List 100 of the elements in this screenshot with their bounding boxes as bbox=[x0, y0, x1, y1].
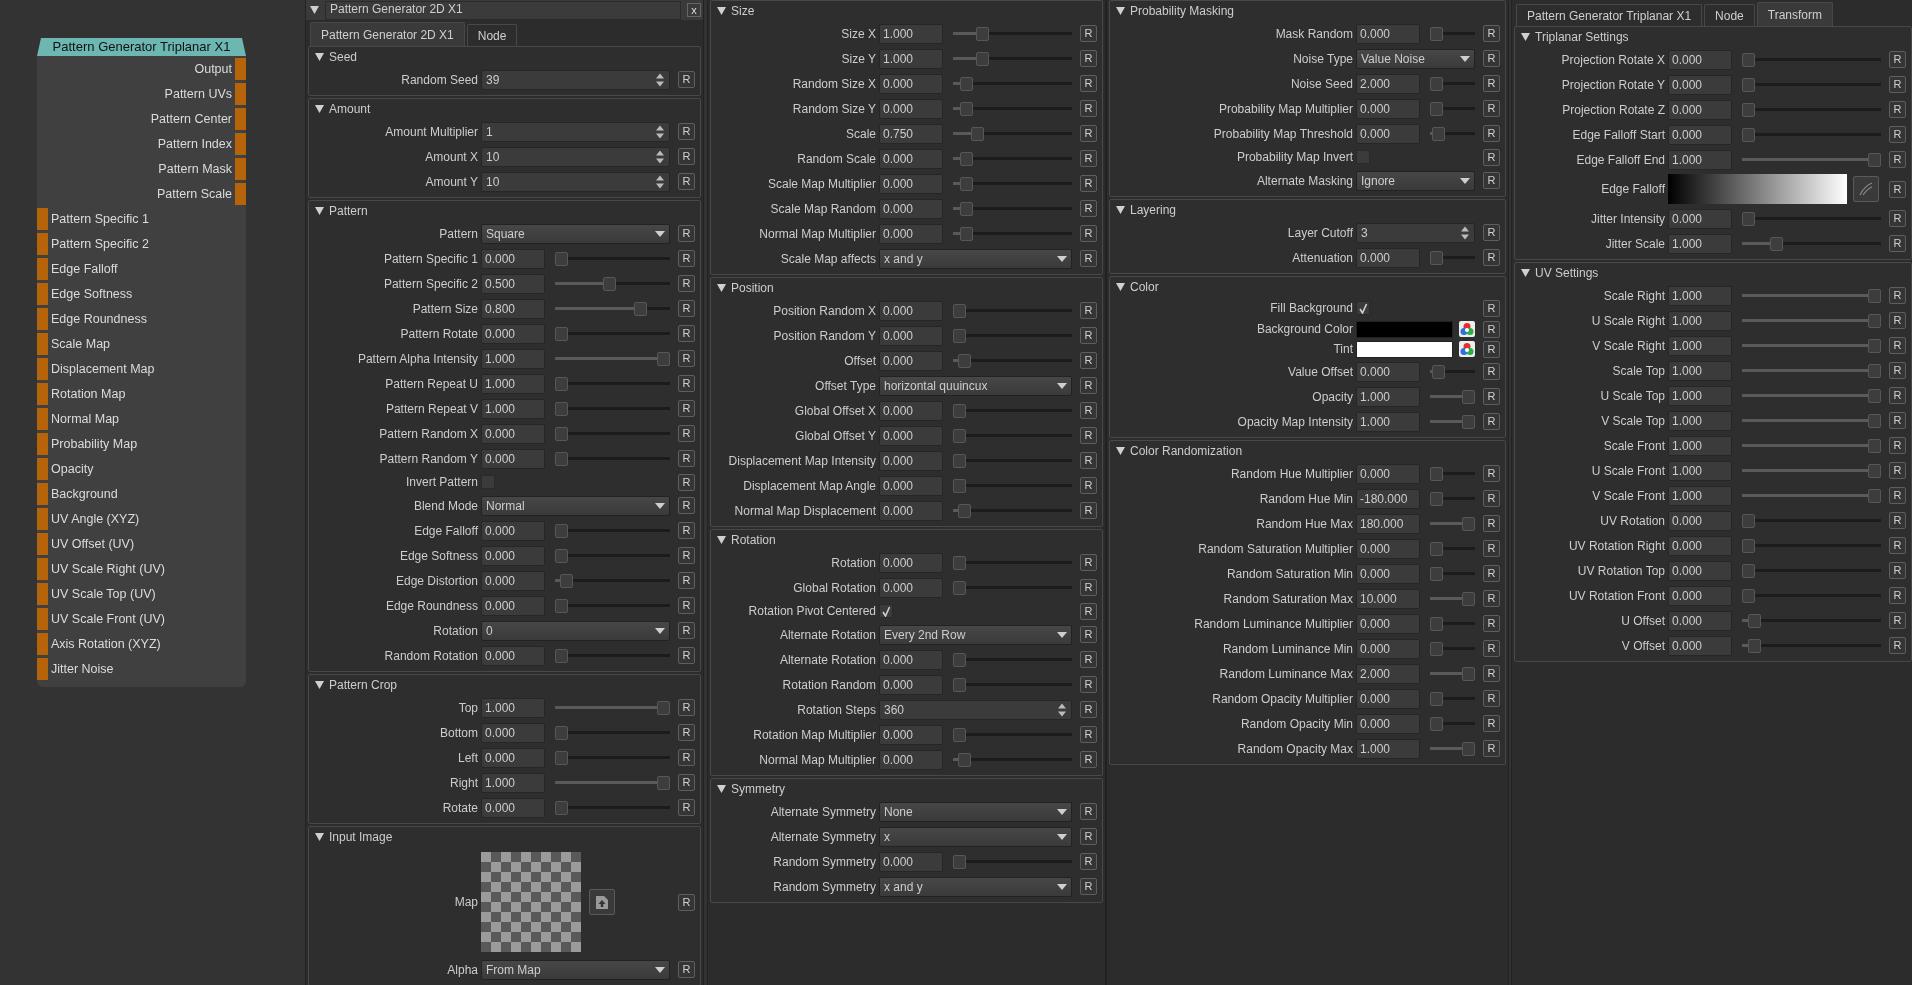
slider-thumb[interactable] bbox=[960, 176, 974, 191]
number-field[interactable]: 0.000 bbox=[1668, 560, 1732, 581]
number-field[interactable]: 1.000 bbox=[1356, 411, 1420, 432]
number-field[interactable]: 0.000 bbox=[1668, 99, 1732, 120]
slider-thumb[interactable] bbox=[1868, 152, 1881, 167]
number-field[interactable]: 0.000 bbox=[1668, 124, 1732, 145]
number-field[interactable]: 0.000 bbox=[879, 223, 943, 244]
reset-button[interactable]: R bbox=[678, 450, 695, 467]
input-port[interactable] bbox=[37, 457, 48, 480]
tab[interactable]: Transform bbox=[1756, 2, 1833, 26]
slider-thumb[interactable] bbox=[958, 752, 972, 767]
number-field[interactable]: 1.000 bbox=[1668, 435, 1732, 456]
slider-thumb[interactable] bbox=[1868, 413, 1881, 428]
dropdown[interactable]: From Map bbox=[481, 959, 670, 980]
slider-thumb[interactable] bbox=[1430, 716, 1443, 731]
slider-thumb[interactable] bbox=[1430, 76, 1443, 91]
reset-button[interactable]: R bbox=[678, 893, 695, 911]
slider-thumb[interactable] bbox=[555, 426, 568, 441]
slider-thumb[interactable] bbox=[953, 652, 966, 667]
input-port[interactable] bbox=[37, 507, 48, 530]
number-field[interactable]: 0.000 bbox=[1356, 361, 1420, 382]
input-port[interactable] bbox=[37, 582, 48, 605]
number-field[interactable]: 10.000 bbox=[1356, 588, 1420, 609]
collapse-arrow-icon[interactable] bbox=[717, 536, 726, 544]
reset-button[interactable]: R bbox=[1080, 25, 1097, 42]
reset-button[interactable]: R bbox=[678, 250, 695, 267]
reset-button[interactable]: R bbox=[1483, 490, 1500, 507]
dropdown[interactable]: horizontal quuincux bbox=[879, 375, 1072, 396]
input-port[interactable] bbox=[37, 282, 48, 305]
input-port[interactable] bbox=[37, 257, 48, 280]
color-picker-icon[interactable] bbox=[1459, 341, 1475, 357]
number-field[interactable]: 0.000 bbox=[879, 674, 943, 695]
slider-thumb[interactable] bbox=[1868, 488, 1881, 503]
reset-button[interactable]: R bbox=[1889, 462, 1906, 479]
slider-thumb[interactable] bbox=[953, 403, 966, 418]
reset-button[interactable]: R bbox=[1080, 427, 1097, 444]
collapse-arrow-icon[interactable] bbox=[1521, 33, 1530, 41]
slider-thumb[interactable] bbox=[953, 328, 966, 343]
reset-button[interactable]: R bbox=[1080, 751, 1097, 768]
reset-button[interactable]: R bbox=[1080, 150, 1097, 167]
slider-thumb[interactable] bbox=[1742, 52, 1755, 67]
collapse-arrow-icon[interactable] bbox=[1116, 447, 1125, 455]
number-field[interactable]: 1.000 bbox=[481, 697, 545, 718]
collapse-arrow-icon[interactable] bbox=[1521, 269, 1530, 277]
dropdown[interactable]: Ignore bbox=[1356, 170, 1475, 191]
color-swatch[interactable] bbox=[1356, 320, 1453, 338]
slider-thumb[interactable] bbox=[1742, 588, 1755, 603]
number-field[interactable]: 0.000 bbox=[1356, 247, 1420, 268]
number-field[interactable]: 0.800 bbox=[481, 298, 545, 319]
slider-thumb[interactable] bbox=[1742, 513, 1755, 528]
reset-button[interactable]: R bbox=[1483, 75, 1500, 92]
reset-button[interactable]: R bbox=[1483, 640, 1500, 657]
slider-thumb[interactable] bbox=[1742, 102, 1755, 117]
number-field[interactable]: 0.000 bbox=[1668, 208, 1732, 229]
slider-thumb[interactable] bbox=[960, 201, 974, 216]
collapse-arrow-icon[interactable] bbox=[315, 681, 324, 689]
reset-button[interactable]: R bbox=[678, 173, 695, 190]
reset-button[interactable]: R bbox=[1483, 665, 1500, 682]
collapse-arrow-icon[interactable] bbox=[717, 284, 726, 292]
reset-button[interactable]: R bbox=[1889, 76, 1906, 93]
reset-button[interactable]: R bbox=[1080, 250, 1097, 267]
number-field[interactable]: 0.000 bbox=[879, 325, 943, 346]
reset-button[interactable]: R bbox=[678, 749, 695, 766]
reset-button[interactable]: R bbox=[1889, 537, 1906, 554]
reset-button[interactable]: R bbox=[1080, 701, 1097, 718]
number-field[interactable]: 0.000 bbox=[481, 570, 545, 591]
reset-button[interactable]: R bbox=[1080, 352, 1097, 369]
slider-thumb[interactable] bbox=[958, 353, 972, 368]
input-port[interactable] bbox=[37, 657, 48, 680]
number-field[interactable]: -180.000 bbox=[1356, 488, 1420, 509]
input-port[interactable] bbox=[37, 557, 48, 580]
number-field[interactable]: 1.000 bbox=[1668, 410, 1732, 431]
number-field[interactable]: 0.000 bbox=[879, 350, 943, 371]
number-field[interactable]: 2.000 bbox=[1356, 663, 1420, 684]
number-field[interactable]: 0.000 bbox=[481, 722, 545, 743]
reset-button[interactable]: R bbox=[1483, 50, 1500, 67]
upload-button[interactable] bbox=[589, 889, 615, 915]
reset-button[interactable]: R bbox=[1080, 828, 1097, 845]
reset-button[interactable]: R bbox=[1080, 726, 1097, 743]
number-field[interactable]: 0.000 bbox=[879, 649, 943, 670]
number-field[interactable]: 1.000 bbox=[481, 348, 545, 369]
number-field[interactable]: 0.000 bbox=[1356, 463, 1420, 484]
number-field[interactable]: 1.000 bbox=[1668, 385, 1732, 406]
spin-field[interactable]: 10 bbox=[481, 146, 670, 167]
tab[interactable]: Pattern Generator 2D X1 bbox=[310, 22, 465, 46]
slider-thumb[interactable] bbox=[657, 351, 670, 366]
reset-button[interactable]: R bbox=[1483, 125, 1500, 142]
reset-button[interactable]: R bbox=[678, 724, 695, 741]
slider-thumb[interactable] bbox=[1868, 438, 1881, 453]
slider-thumb[interactable] bbox=[657, 700, 670, 715]
reset-button[interactable]: R bbox=[1889, 437, 1906, 454]
reset-button[interactable]: R bbox=[678, 547, 695, 564]
reset-button[interactable]: R bbox=[678, 400, 695, 417]
collapse-arrow-icon[interactable] bbox=[1116, 206, 1125, 214]
reset-button[interactable]: R bbox=[678, 647, 695, 664]
number-field[interactable]: 1.000 bbox=[1668, 233, 1732, 254]
close-button[interactable]: x bbox=[687, 3, 701, 17]
reset-button[interactable]: R bbox=[1483, 715, 1500, 732]
reset-button[interactable]: R bbox=[1080, 402, 1097, 419]
number-field[interactable]: 0.000 bbox=[879, 98, 943, 119]
